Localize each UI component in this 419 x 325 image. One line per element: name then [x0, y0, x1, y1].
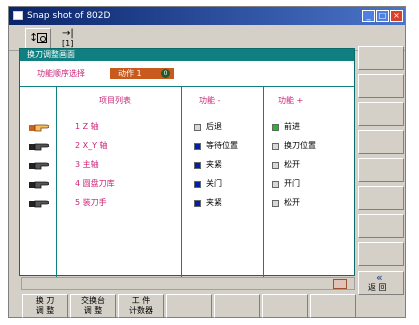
tool-change-panel: 换刀调整画面 功能顺序选择 动作 1 0 项目列表 功能 - 功能 + 1 Z …: [19, 48, 355, 277]
function-minus-item[interactable]: 夹紧: [206, 197, 222, 209]
horizontal-softkeys: 换 刀 调 整 交换台 调 整 工 件 计数器: [8, 294, 406, 318]
indicator-off: [194, 124, 201, 131]
vertical-softkey[interactable]: [358, 46, 404, 70]
indicator-on: [194, 162, 201, 169]
camera-icon: [37, 33, 47, 43]
vertical-softkey[interactable]: [358, 74, 404, 98]
softkey-empty[interactable]: [166, 294, 212, 318]
vertical-softkey[interactable]: [358, 186, 404, 210]
vertical-softkey[interactable]: [358, 130, 404, 154]
maximize-button[interactable]: □: [376, 10, 389, 22]
indicator-off: [272, 162, 279, 169]
vertical-softkey[interactable]: [358, 158, 404, 182]
list-item[interactable]: 1 Z 轴: [75, 121, 99, 133]
column-divider: [181, 87, 182, 277]
softkey-label: 工 件: [131, 296, 151, 305]
items-header: 项目列表: [99, 96, 131, 105]
list-item[interactable]: 5 装刀手: [75, 197, 107, 209]
return-button[interactable]: « 返 回: [358, 271, 404, 295]
softkey-label: 交换台: [81, 296, 105, 305]
app-icon: [13, 11, 23, 20]
return-button-label: 返 回: [368, 283, 387, 292]
vertical-softkey[interactable]: [358, 242, 404, 266]
indicator-off: [272, 200, 279, 207]
indicator-on: [194, 200, 201, 207]
snapshot-tool-button[interactable]: ↕: [25, 28, 51, 49]
softkey-empty[interactable]: [310, 294, 356, 318]
softkey-pallet-adjust[interactable]: 交换台 调 整: [70, 294, 116, 318]
vertical-softkey[interactable]: [358, 102, 404, 126]
function-plus-item[interactable]: 换刀位置: [284, 140, 316, 152]
softkey-label: 换 刀: [35, 296, 55, 305]
plus-header: 功能 +: [278, 96, 304, 105]
softkey-label: 调 整: [35, 306, 55, 315]
hand-pointer-icon: [29, 143, 49, 151]
function-plus-item[interactable]: 开门: [284, 178, 300, 190]
function-minus-item[interactable]: 等待位置: [206, 140, 238, 152]
function-minus-item[interactable]: 关门: [206, 178, 222, 190]
minimize-button[interactable]: _: [362, 10, 375, 22]
softkey-label: 计数器: [129, 306, 153, 315]
softkey-empty[interactable]: [214, 294, 260, 318]
indicator-on: [194, 143, 201, 150]
column-divider: [263, 87, 264, 277]
list-item[interactable]: 3 主轴: [75, 159, 99, 171]
hand-pointer-icon: [29, 200, 49, 208]
function-plus-item[interactable]: 前进: [284, 121, 300, 133]
function-grid: 项目列表 功能 - 功能 + 1 Z 轴 后退 前进 2 X_Y 轴 等待位置 …: [20, 86, 354, 277]
indicator-off: [272, 143, 279, 150]
function-minus-item[interactable]: 夹紧: [206, 159, 222, 171]
hand-pointer-icon: [29, 162, 49, 170]
indicator-on: [194, 181, 201, 188]
softkey-tool-change-adjust[interactable]: 换 刀 调 整: [22, 294, 68, 318]
sequence-select-label: 功能顺序选择: [37, 69, 85, 78]
title-bar: Snap shot of 802D _ □ ×: [9, 7, 405, 25]
list-item[interactable]: 4 圆盘刀库: [75, 178, 115, 190]
window-title: Snap shot of 802D: [27, 11, 111, 21]
function-minus-item[interactable]: 后退: [206, 121, 222, 133]
hand-pointer-active-icon: [29, 124, 49, 132]
column-divider: [56, 87, 57, 277]
panel-title: 换刀调整画面: [20, 49, 354, 61]
close-button[interactable]: ×: [390, 10, 403, 22]
softkey-empty[interactable]: [262, 294, 308, 318]
sequence-select-value: 动作 1: [118, 69, 142, 78]
spin-icon[interactable]: 0: [161, 69, 170, 78]
indicator-off: [272, 181, 279, 188]
softkey-label: 调 整: [83, 306, 103, 315]
vertical-softkey[interactable]: [358, 214, 404, 238]
function-plus-item[interactable]: 松开: [284, 197, 300, 209]
machine-status-icon: [333, 279, 347, 289]
minus-header: 功能 -: [199, 96, 221, 105]
arrow-right-bar-icon: →|: [62, 28, 74, 39]
status-bar: [21, 277, 355, 290]
list-item[interactable]: 2 X_Y 轴: [75, 140, 108, 152]
next-page-tool-button[interactable]: →| [1]: [56, 28, 82, 49]
function-plus-item[interactable]: 松开: [284, 159, 300, 171]
indicator-on: [272, 124, 279, 131]
softkey-workpiece-counter[interactable]: 工 件 计数器: [118, 294, 164, 318]
hand-pointer-icon: [29, 181, 49, 189]
